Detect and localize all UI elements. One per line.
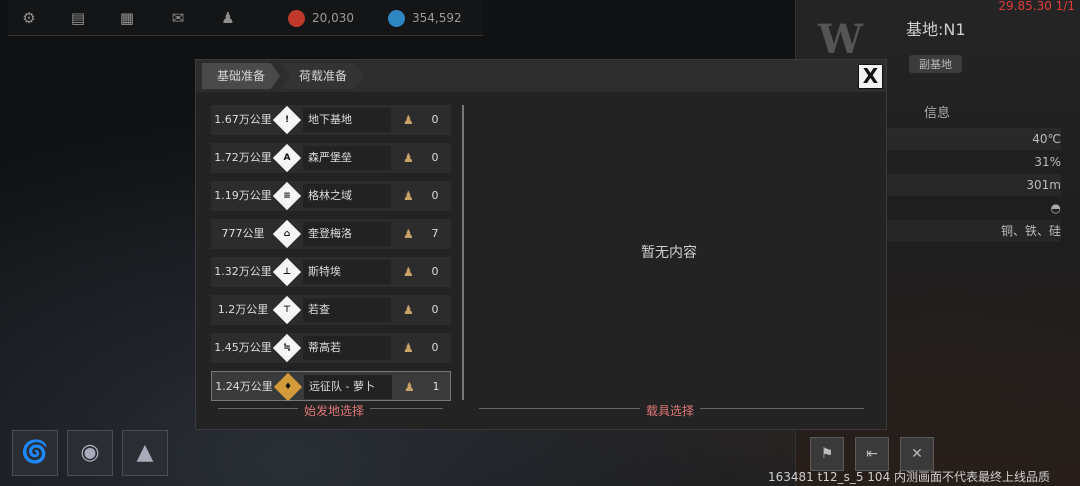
tab-basic-prep[interactable]: 基础准备: [202, 63, 280, 89]
location-name: 斯特埃: [303, 260, 391, 284]
list-item[interactable]: 1.72万公里 A 森严堡垒 ♟ 0: [211, 143, 451, 173]
badge-symbol: A: [283, 153, 291, 163]
distance: 1.19万公里: [214, 189, 272, 202]
resource-2-value: 354,592: [412, 11, 462, 25]
location-name: 蒂高若: [303, 336, 391, 360]
vehicle-select-label: 载具选择: [640, 402, 701, 419]
resource-counter-1: 20,030: [288, 8, 354, 28]
person-icon: ♟: [403, 151, 414, 165]
list-item[interactable]: 1.19万公里 ≡ 格林之域 ♟ 0: [211, 181, 451, 211]
badge-symbol: ♦: [283, 382, 293, 392]
resource-1-icon: [288, 9, 305, 27]
person-icon: ♟: [403, 113, 414, 127]
mail-icon[interactable]: ✉: [169, 9, 187, 27]
location-name: 格林之域: [303, 184, 391, 208]
pot-icon: ◓: [1050, 201, 1061, 215]
sub-base-tag: 副基地: [909, 55, 962, 73]
count: 0: [431, 303, 439, 316]
badge-symbol: !: [284, 115, 290, 125]
person-icon: ♟: [403, 189, 414, 203]
list-item[interactable]: 1.67万公里 ! 地下基地 ♟ 0: [211, 105, 451, 135]
galaxy-button[interactable]: 🌀: [12, 430, 58, 476]
distance: 777公里: [221, 227, 265, 240]
badge-symbol: ⊤: [282, 305, 292, 315]
distance: 1.32万公里: [214, 265, 272, 278]
distance: 1.2万公里: [217, 303, 269, 316]
list-divider: [462, 105, 464, 400]
location-name: 地下基地: [303, 108, 391, 132]
flag-button[interactable]: ⚑: [810, 437, 844, 471]
distance: 1.24万公里: [215, 380, 273, 393]
list-item[interactable]: 1.32万公里 ⊥ 斯特埃 ♟ 0: [211, 257, 451, 287]
orbit-button[interactable]: ◉: [67, 430, 113, 476]
dialog-header: 基础准备 荷载准备 X: [196, 60, 886, 92]
chat-icon[interactable]: ▤: [69, 9, 87, 27]
return-icon: ⇤: [866, 446, 878, 462]
galaxy-icon: 🌀: [21, 440, 49, 465]
info-label: 信息: [924, 106, 951, 121]
count: 0: [431, 113, 439, 126]
badge-symbol: ⌂: [283, 229, 291, 239]
count: 1: [432, 380, 440, 393]
user-icon[interactable]: ♟: [219, 9, 237, 27]
person-icon: ♟: [404, 380, 415, 394]
tab-load-prep[interactable]: 荷载准备: [282, 63, 364, 89]
count: 0: [431, 189, 439, 202]
distance: 1.67万公里: [214, 113, 272, 126]
build-notice: 163481 t12_s_5 104 内测画面不代表最终上线品质: [768, 470, 1051, 484]
terrain-button[interactable]: ▲: [122, 430, 168, 476]
list-item-selected[interactable]: 1.24万公里 ♦ 远征队 - 萝卜 ♟ 1: [211, 371, 451, 402]
return-button[interactable]: ⇤: [855, 437, 889, 471]
person-icon: ♟: [403, 341, 414, 355]
resource-1-value: 20,030: [312, 11, 354, 25]
list-item[interactable]: 1.2万公里 ⊤ 若查 ♟ 0: [211, 295, 451, 325]
origin-select-label: 始发地选择: [298, 402, 371, 419]
location-name: 森严堡垒: [303, 146, 391, 170]
flag-icon: ⚑: [820, 446, 834, 462]
person-icon: ♟: [403, 303, 414, 317]
badge-symbol: ≡: [283, 191, 291, 201]
count: 0: [431, 151, 439, 164]
distance: 1.72万公里: [214, 151, 272, 164]
distance: 1.45万公里: [214, 341, 272, 354]
coords-readout: 29.85.30 1/1: [998, 0, 1075, 13]
base-name: 基地:N1: [906, 20, 966, 39]
count: 0: [431, 265, 439, 278]
clear-icon: ✕: [911, 446, 923, 462]
location-name: 若查: [303, 298, 391, 322]
resource-counter-2: 354,592: [388, 8, 462, 28]
badge-symbol: ⊥: [282, 267, 292, 277]
list-item[interactable]: 1.45万公里 ≒ 蒂高若 ♟ 0: [211, 333, 451, 363]
w-logo-icon: W: [818, 16, 863, 63]
empty-state-text: 暂无内容: [641, 245, 697, 261]
location-name: 奎登梅洛: [303, 222, 391, 246]
count: 0: [431, 341, 439, 354]
badge-symbol: ≒: [283, 343, 291, 353]
count: 7: [431, 227, 439, 240]
keyboard-icon[interactable]: ▦: [118, 9, 136, 27]
clear-button[interactable]: ✕: [900, 437, 934, 471]
gear-icon[interactable]: ⚙: [20, 9, 38, 27]
person-icon: ♟: [403, 227, 414, 241]
top-hud-bar: ⚙ ▤ ▦ ✉ ♟ 20,030 354,592: [8, 0, 483, 36]
person-icon: ♟: [403, 265, 414, 279]
list-item[interactable]: 777公里 ⌂ 奎登梅洛 ♟ 7: [211, 219, 451, 249]
terrain-icon: ▲: [136, 440, 154, 465]
orbit-icon: ◉: [80, 440, 100, 465]
location-name: 远征队 - 萝卜: [304, 375, 392, 399]
departure-dialog: 基础准备 荷载准备 X 1.67万公里 ! 地下基地 ♟ 0 1.72万公里 A…: [195, 59, 887, 430]
resource-2-icon: [388, 9, 405, 27]
close-button[interactable]: X: [858, 64, 883, 89]
